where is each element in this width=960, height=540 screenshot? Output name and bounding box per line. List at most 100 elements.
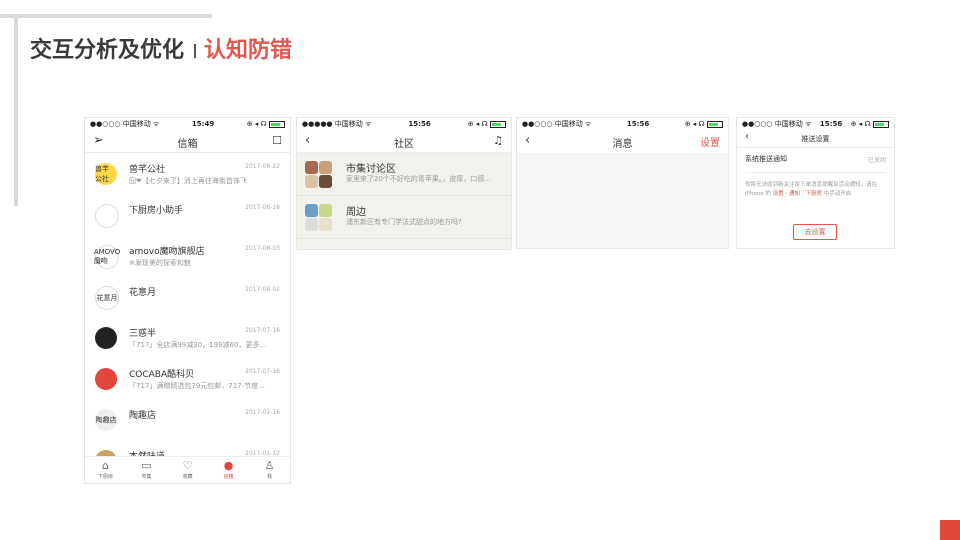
chat-icon[interactable]: ☐	[272, 134, 282, 147]
item-name: amovo魔吻旗舰店	[129, 247, 205, 257]
phone-screenshot-community: ●●●●● 中国移动 ᯤ 15:56 ⊕ ◂ ☊ ‹ 社区 ♫ 市集讨论区 家里…	[296, 117, 512, 250]
item-name: 花意月	[129, 288, 157, 298]
tab-heart[interactable]: ♡ 收藏	[167, 457, 208, 483]
avatar: 花意月	[95, 286, 119, 310]
tab-user[interactable]: ♙ 我	[249, 457, 290, 483]
status-icons: ⊕ ◂ ☊	[468, 120, 506, 128]
list-item[interactable]: 陶趣店 陶趣店 2017-02-16	[85, 399, 290, 440]
avatar	[95, 327, 117, 349]
left-decoration-bar	[14, 14, 18, 206]
battery-icon	[707, 120, 723, 128]
mail-icon: ●	[223, 459, 234, 472]
tab-label: 信箱	[223, 474, 234, 480]
item-name: 下厨房小助手	[129, 206, 184, 216]
list-item[interactable]: 周边 浦东新区有专门学法式甜点的地方吗?	[297, 196, 511, 239]
battery-icon	[873, 120, 889, 128]
heart-icon: ♡	[182, 459, 193, 472]
status-bar: ●●○○○ 中国移动 ᯤ 15:56 ⊕ ◂ ☊	[737, 118, 894, 130]
status-time: 15:56	[408, 120, 431, 128]
status-bar: ●●○○○ 中国移动 ᯤ 15:56 ⊕ ◂ ☊	[517, 118, 728, 130]
status-time: 15:56	[819, 120, 843, 128]
item-preview: ※发现美的探索和魅	[129, 259, 191, 267]
setting-label: 系统推送通知	[745, 155, 787, 163]
tab-shop[interactable]: ▭ 市集	[126, 457, 167, 483]
list-item[interactable]: 花意月 花意月 2017-08-02	[85, 276, 290, 317]
note-suffix: 中手动开启	[823, 191, 852, 197]
item-date: 2017-08-03	[245, 245, 280, 252]
avatar: 兽芊 公社	[95, 163, 117, 185]
item-preview: 家里来了20个不好吃的青苹果。，皮厚，口感...	[346, 175, 492, 183]
item-preview: 浦东新区有专门学法式甜点的地方吗?	[346, 218, 462, 226]
item-name: 周边	[346, 207, 366, 218]
list-item[interactable]: AMOVO 魔吻 amovo魔吻旗舰店 2017-08-03 ※发现美的探索和魅	[85, 235, 290, 276]
item-date: 2017-08-02	[245, 286, 280, 293]
nav-bar: ‹ 推送设置	[737, 130, 894, 148]
nav-bar: ‹ 消息 设置	[517, 130, 728, 152]
user-icon: ♙	[264, 459, 275, 472]
carrier-label: ●●○○○ 中国移动 ᯤ	[742, 120, 812, 128]
nav-title: 社区	[394, 139, 414, 150]
nav-title: 消息	[612, 139, 633, 150]
title-separator	[194, 44, 197, 58]
status-icons: ⊕ ◂ ☊	[247, 120, 285, 128]
bell-icon[interactable]: ♫	[493, 134, 503, 147]
status-icons: ⊕ ◂ ☊	[685, 120, 723, 128]
nav-title: 推送设置	[801, 135, 830, 143]
inbox-list: 兽芊 公社 兽芊公社 2017-08-22 囧❤【七夕来了】消上再往海街首饰飞 下厨房小…	[85, 153, 290, 481]
setting-value: 已关闭	[867, 157, 886, 164]
carrier-label: ●●○○○ 中国移动 ᯤ	[522, 120, 592, 128]
carrier-label: ●●●●● 中国移动 ᯤ	[302, 120, 372, 128]
nav-bar: ➢ 信箱 ☐	[85, 130, 290, 153]
phone-screenshot-messages: ●●○○○ 中国移动 ᯤ 15:56 ⊕ ◂ ☊ ‹ 消息 设置	[516, 117, 729, 249]
avatar	[95, 368, 117, 390]
status-time: 15:56	[626, 120, 650, 128]
item-name: 陶趣店	[129, 411, 157, 421]
status-time: 15:49	[191, 120, 215, 128]
push-setting-row[interactable]: 系统推送通知 已关闭	[745, 154, 886, 173]
list-item[interactable]: 下厨房小助手 2017-06-18	[85, 194, 290, 235]
battery-icon	[490, 120, 506, 128]
shop-icon: ▭	[141, 459, 152, 472]
list-item[interactable]: 三惑半 2017-07-16 「717」全店满99减30，199减60，更多...	[85, 317, 290, 358]
item-name: 市集讨论区	[346, 164, 396, 175]
item-date: 2017-08-22	[245, 163, 280, 170]
group-avatar	[305, 161, 333, 189]
list-item[interactable]: 兽芊 公社 兽芊公社 2017-08-22 囧❤【七夕来了】消上再往海街首饰飞	[85, 153, 290, 194]
slide-title: 交互分析及优化 认知防错	[30, 32, 292, 64]
phone-screenshot-push-settings: ●●○○○ 中国移动 ᯤ 15:56 ⊕ ◂ ☊ ‹ 推送设置 系统推送通知 已…	[736, 117, 895, 249]
tab-mail[interactable]: ● 信箱	[208, 457, 249, 483]
slide-title-text: 交互分析及优化	[30, 38, 185, 63]
item-date: 2017-07-16	[245, 327, 280, 334]
nav-title: 信箱	[177, 139, 198, 150]
nav-bar: ‹ 社区 ♫	[297, 130, 511, 153]
list-item[interactable]: 市集讨论区 家里来了20个不好吃的青苹果。，皮厚，口感...	[297, 153, 511, 196]
item-date: 2017-07-16	[245, 368, 280, 375]
tab-label: 下厨房	[97, 474, 113, 480]
tab-label: 收藏	[182, 474, 193, 480]
slide-subtitle: 认知防错	[204, 38, 293, 63]
go-settings-button[interactable]: 去设置	[793, 224, 837, 240]
top-decoration-bar	[0, 14, 212, 18]
tab-home[interactable]: ⌂ 下厨房	[85, 457, 126, 483]
item-name: COCABA酷科贝	[129, 370, 195, 380]
note-path: 设置 - 通知 - 下厨房	[772, 191, 823, 197]
phone-screenshot-inbox: ●●○○○ 中国移动 ᯤ 15:49 ⊕ ◂ ☊ ➢ 信箱 ☐ 兽芊 公社 兽芊公…	[84, 117, 291, 484]
settings-link[interactable]: 设置	[700, 134, 720, 149]
battery-icon	[269, 120, 285, 128]
tab-label: 我	[266, 474, 272, 480]
item-name: 兽芊公社	[129, 165, 166, 175]
avatar	[95, 204, 119, 228]
status-bar: ●●○○○ 中国移动 ᯤ 15:49 ⊕ ◂ ☊	[85, 118, 290, 130]
empty-content	[517, 153, 728, 248]
item-date: 2017-02-16	[245, 409, 280, 416]
tab-label: 市集	[141, 474, 152, 480]
status-bar: ●●●●● 中国移动 ᯤ 15:56 ⊕ ◂ ☊	[297, 118, 511, 130]
avatar: AMOVO 魔吻	[94, 245, 120, 269]
push-note: 你将无法收到新关注及下单消息提醒及活动通知。请在 iPhone 的 设置 - 通…	[745, 181, 886, 199]
list-item[interactable]: COCABA酷科贝 2017-07-16 「717」满赠精选包79元包邮，717-节…	[85, 358, 290, 399]
status-icons: ⊕ ◂ ☊	[851, 120, 889, 128]
item-preview: 「717」满赠精选包79元包邮，717-节度...	[129, 382, 265, 390]
corner-accent	[940, 520, 960, 540]
item-name: 三惑半	[129, 329, 157, 339]
tab-bar: ⌂ 下厨房 ▭ 市集 ♡ 收藏 ● 信箱 ♙ 我	[85, 456, 290, 483]
